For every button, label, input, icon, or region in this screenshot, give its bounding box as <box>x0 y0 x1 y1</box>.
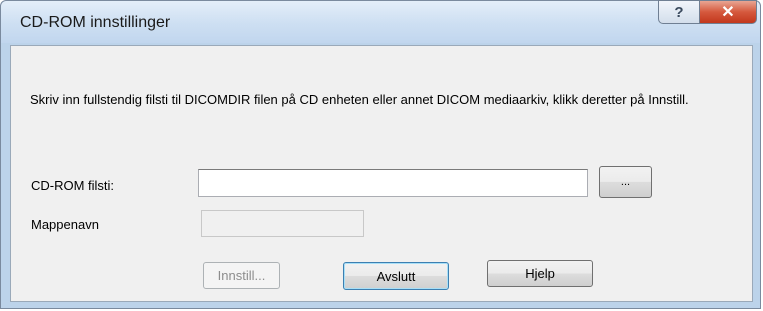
title-bar[interactable]: CD-ROM innstillinger ? ✕ <box>1 0 760 43</box>
browse-button[interactable]: ... <box>599 166 652 198</box>
set-button: Innstill... <box>203 262 280 289</box>
window-title: CD-ROM innstillinger <box>20 14 171 31</box>
exit-button[interactable]: Avslutt <box>343 262 449 290</box>
close-button[interactable]: ✕ <box>699 0 757 24</box>
title-help-button[interactable]: ? <box>658 0 700 24</box>
instruction-text: Skriv inn fullstendig filsti til DICOMDI… <box>30 92 689 107</box>
close-icon: ✕ <box>721 4 735 21</box>
help-button[interactable]: Hjelp <box>487 260 593 287</box>
dialog-window: CD-ROM innstillinger ? ✕ Skriv inn fulls… <box>0 0 761 309</box>
dialog-client-area: Skriv inn fullstendig filsti til DICOMDI… <box>10 45 753 302</box>
folder-name-label: Mappenavn <box>31 217 99 232</box>
folder-name-input <box>201 210 364 237</box>
cdrom-path-label: CD-ROM filsti: <box>31 178 115 193</box>
question-mark-icon: ? <box>674 3 684 21</box>
cdrom-path-input[interactable] <box>198 169 588 197</box>
